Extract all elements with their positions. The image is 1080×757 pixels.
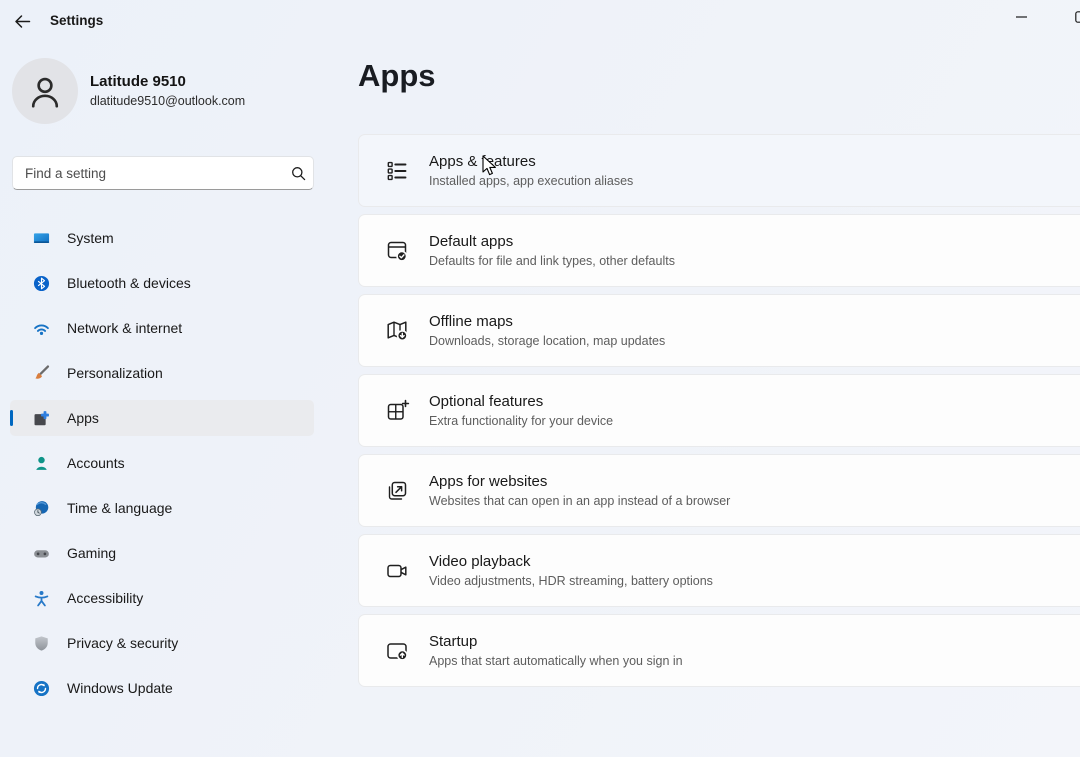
search-box [12, 156, 314, 190]
search-icon [283, 166, 313, 181]
card-title: Startup [429, 633, 683, 650]
gaming-icon [33, 545, 50, 562]
sidebar-item-network[interactable]: Network & internet [10, 310, 314, 346]
sidebar-item-bluetooth[interactable]: Bluetooth & devices [10, 265, 314, 301]
window-title: Settings [50, 13, 103, 28]
apps-icon [33, 410, 50, 427]
avatar [12, 58, 78, 124]
sidebar-item-label: Personalization [67, 365, 163, 381]
default-apps-icon [384, 238, 410, 264]
card-apps-features[interactable]: Apps & features Installed apps, app exec… [358, 134, 1080, 207]
maximize-icon [1075, 11, 1080, 23]
sidebar-item-privacy-security[interactable]: Privacy & security [10, 625, 314, 661]
apps-for-websites-icon [384, 478, 410, 504]
profile-name: Latitude 9510 [90, 73, 186, 90]
accounts-icon [33, 455, 50, 472]
card-optional-features[interactable]: Optional features Extra functionality fo… [358, 374, 1080, 447]
sidebar-item-label: System [67, 230, 114, 246]
privacy-security-icon [33, 635, 50, 652]
apps-features-icon [384, 158, 410, 184]
personalization-icon [33, 365, 50, 382]
maximize-button[interactable] [1058, 0, 1080, 34]
search-input[interactable] [13, 166, 283, 181]
card-subtitle: Video adjustments, HDR streaming, batter… [429, 574, 713, 588]
minimize-icon [1016, 16, 1027, 18]
card-subtitle: Extra functionality for your device [429, 414, 613, 428]
video-playback-icon [384, 558, 410, 584]
sidebar-item-label: Accessibility [67, 590, 143, 606]
card-title: Default apps [429, 233, 675, 250]
network-icon [33, 320, 50, 337]
sidebar-item-gaming[interactable]: Gaming [10, 535, 314, 571]
sidebar-item-system[interactable]: System [10, 220, 314, 256]
sidebar-item-personalization[interactable]: Personalization [10, 355, 314, 391]
startup-icon [384, 638, 410, 664]
minimize-button[interactable] [998, 0, 1044, 34]
profile-email: dlatitude9510@outlook.com [90, 94, 245, 108]
back-button[interactable] [8, 8, 36, 34]
sidebar-item-label: Apps [67, 410, 99, 426]
sidebar-item-apps[interactable]: Apps [10, 400, 314, 436]
sidebar-item-windows-update[interactable]: Windows Update [10, 670, 314, 706]
bluetooth-icon [33, 275, 50, 292]
page-title: Apps [358, 58, 436, 94]
settings-window: Settings Latitude 9510 dlatitude9510@out… [0, 0, 1080, 757]
sidebar-item-label: Windows Update [67, 680, 173, 696]
sidebar-nav: System Bluetooth & devices Network & int… [10, 220, 314, 715]
sidebar-item-label: Network & internet [67, 320, 182, 336]
time-language-icon [33, 500, 50, 517]
card-offline-maps[interactable]: Offline maps Downloads, storage location… [358, 294, 1080, 367]
windows-update-icon [33, 680, 50, 697]
card-subtitle: Installed apps, app execution aliases [429, 174, 633, 188]
card-title: Apps for websites [429, 473, 730, 490]
sidebar-item-accounts[interactable]: Accounts [10, 445, 314, 481]
card-apps-for-websites[interactable]: Apps for websites Websites that can open… [358, 454, 1080, 527]
card-title: Video playback [429, 553, 713, 570]
card-subtitle: Websites that can open in an app instead… [429, 494, 730, 508]
accessibility-icon [33, 590, 50, 607]
sidebar-item-label: Gaming [67, 545, 116, 561]
card-subtitle: Defaults for file and link types, other … [429, 254, 675, 268]
sidebar-item-label: Bluetooth & devices [67, 275, 191, 291]
sidebar-item-label: Time & language [67, 500, 172, 516]
card-subtitle: Apps that start automatically when you s… [429, 654, 683, 668]
card-video-playback[interactable]: Video playback Video adjustments, HDR st… [358, 534, 1080, 607]
system-icon [33, 230, 50, 247]
card-subtitle: Downloads, storage location, map updates [429, 334, 665, 348]
card-title: Optional features [429, 393, 613, 410]
optional-features-icon [384, 398, 410, 424]
sidebar-item-label: Privacy & security [67, 635, 178, 651]
sidebar-item-time-language[interactable]: Time & language [10, 490, 314, 526]
card-title: Apps & features [429, 153, 633, 170]
back-arrow-icon [14, 14, 31, 29]
card-title: Offline maps [429, 313, 665, 330]
person-icon [28, 73, 62, 109]
card-default-apps[interactable]: Default apps Defaults for file and link … [358, 214, 1080, 287]
settings-card-list: Apps & features Installed apps, app exec… [358, 134, 1080, 694]
card-startup[interactable]: Startup Apps that start automatically wh… [358, 614, 1080, 687]
offline-maps-icon [384, 318, 410, 344]
sidebar-item-accessibility[interactable]: Accessibility [10, 580, 314, 616]
sidebar-item-label: Accounts [67, 455, 125, 471]
